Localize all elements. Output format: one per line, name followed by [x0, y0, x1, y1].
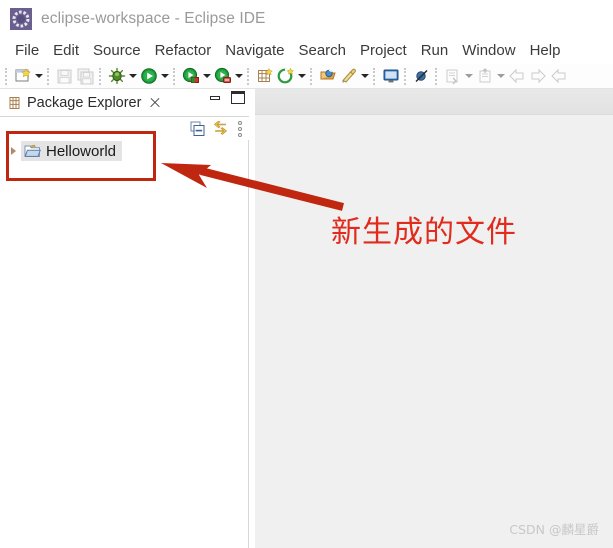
link-with-editor-icon[interactable] [210, 119, 231, 139]
package-explorer-tab-row: Package Explorer [0, 89, 249, 117]
title-bar: eclipse-workspace - Eclipse IDE [0, 0, 613, 38]
close-icon[interactable] [148, 96, 161, 109]
menu-project[interactable]: Project [353, 41, 414, 61]
run-dropdown-arrow[interactable] [159, 66, 170, 87]
new-java-class-dropdown-arrow[interactable] [296, 66, 307, 87]
menu-refactor[interactable]: Refactor [148, 41, 219, 61]
new-java-class-icon[interactable] [275, 66, 296, 87]
save-icon [54, 66, 75, 87]
eclipse-ide-window: eclipse-workspace - Eclipse IDE File Edi… [0, 0, 613, 548]
tree-row[interactable]: Helloworld [6, 140, 123, 162]
menu-search[interactable]: Search [291, 41, 353, 61]
menu-file[interactable]: File [8, 41, 46, 61]
toolbar-separator [435, 67, 439, 85]
back-icon [506, 66, 527, 87]
new-java-project-icon[interactable] [254, 66, 275, 87]
previous-edit-icon [474, 66, 495, 87]
debug-dropdown-arrow[interactable] [127, 66, 138, 87]
run-icon[interactable] [138, 66, 159, 87]
menu-source[interactable]: Source [86, 41, 148, 61]
toolbar-separator [404, 67, 408, 85]
eclipse-logo-icon [10, 8, 32, 30]
last-edit-icon [548, 66, 569, 87]
new-wizard-dropdown-arrow[interactable] [33, 66, 44, 87]
menu-bar: File Edit Source Refactor Navigate Searc… [0, 38, 613, 64]
new-wizard-icon[interactable] [12, 66, 33, 87]
package-explorer-view: Package Explorer Helloworld [0, 89, 249, 548]
java-project-folder-icon [24, 143, 41, 159]
new-package-dropdown-arrow[interactable] [359, 66, 370, 87]
project-tree[interactable]: Helloworld [0, 140, 249, 548]
editor-tab-strip [255, 89, 613, 115]
menu-help[interactable]: Help [523, 41, 568, 61]
next-annotation-dropdown-arrow [463, 66, 474, 87]
view-menu-icon[interactable] [233, 119, 247, 139]
display-view-icon[interactable] [380, 66, 401, 87]
forward-icon [527, 66, 548, 87]
toolbar-separator [5, 67, 9, 85]
package-explorer-toolbar [187, 118, 247, 140]
window-title: eclipse-workspace - Eclipse IDE [41, 10, 266, 27]
open-type-icon[interactable] [317, 66, 338, 87]
toolbar-separator [373, 67, 377, 85]
minimize-icon[interactable] [209, 92, 221, 104]
coverage-icon[interactable] [180, 66, 201, 87]
collapse-all-icon[interactable] [187, 119, 208, 139]
previous-edit-dropdown-arrow [495, 66, 506, 87]
annotation-callout-text: 新生成的文件 [331, 215, 517, 250]
package-explorer-icon [8, 96, 22, 110]
menu-window[interactable]: Window [455, 41, 522, 61]
save-all-icon [75, 66, 96, 87]
main-toolbar [0, 64, 613, 89]
tab-package-explorer[interactable]: Package Explorer [0, 89, 168, 116]
toolbar-separator [99, 67, 103, 85]
debug-icon[interactable] [106, 66, 127, 87]
next-annotation-icon [442, 66, 463, 87]
coverage-dropdown-arrow[interactable] [201, 66, 212, 87]
new-package-icon[interactable] [338, 66, 359, 87]
menu-navigate[interactable]: Navigate [218, 41, 291, 61]
toolbar-separator [310, 67, 314, 85]
package-explorer-tab-label: Package Explorer [27, 94, 142, 111]
skip-breakpoints-icon[interactable] [411, 66, 432, 87]
menu-run[interactable]: Run [414, 41, 456, 61]
tree-item-label: Helloworld [46, 142, 117, 160]
tree-item-helloworld[interactable]: Helloworld [21, 141, 123, 161]
view-window-buttons [209, 91, 245, 104]
toolbar-separator [247, 67, 251, 85]
editor-area [255, 89, 613, 548]
menu-edit[interactable]: Edit [46, 41, 86, 61]
profile-icon[interactable] [212, 66, 233, 87]
toolbar-separator [47, 67, 51, 85]
maximize-icon[interactable] [231, 91, 245, 104]
profile-dropdown-arrow[interactable] [233, 66, 244, 87]
watermark: CSDN @麟星爵 [509, 522, 599, 537]
toolbar-separator [173, 67, 177, 85]
expand-arrow-icon[interactable] [6, 140, 21, 162]
